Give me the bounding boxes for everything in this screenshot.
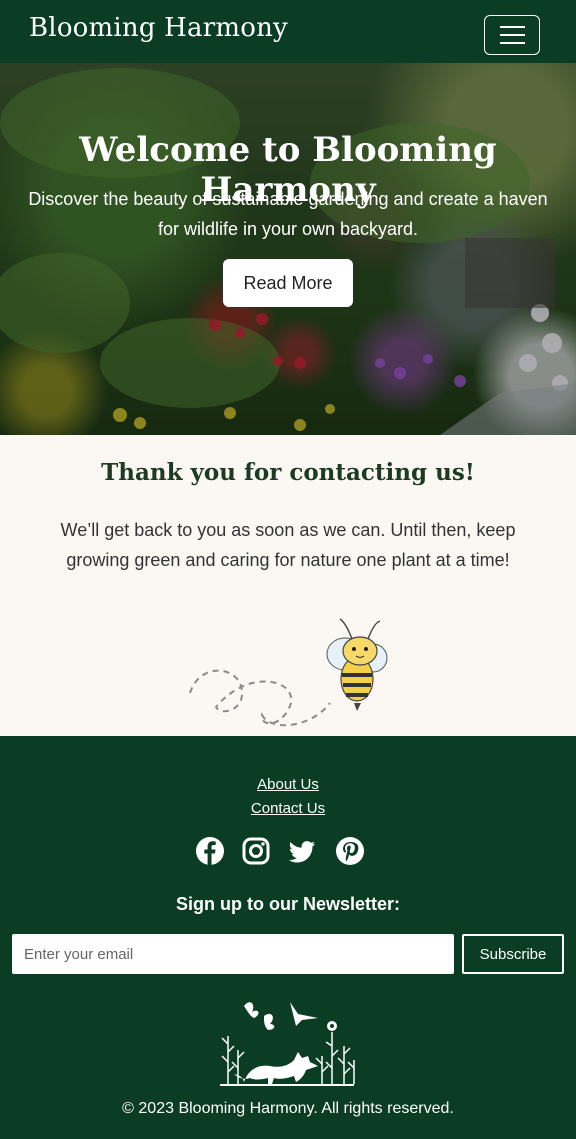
copyright-text: © 2023 Blooming Harmony. All rights rese… (122, 1100, 454, 1117)
email-input[interactable] (12, 934, 454, 974)
thank-you-section: Thank you for contacting us! We’ll get b… (0, 435, 576, 736)
hero-description: Discover the beauty of sustainable garde… (28, 189, 548, 239)
hamburger-menu-icon (500, 26, 525, 28)
pinterest-icon[interactable] (335, 836, 365, 866)
newsletter-title: Sign up to our Newsletter: (175, 894, 400, 914)
fox-wildlife-logo (220, 1002, 355, 1086)
contact-us-link[interactable]: Contact Us (0, 800, 576, 817)
footer: About Us Contact Us Sign up to our Newsl… (0, 736, 576, 1139)
brand-link[interactable]: Blooming Harmony (29, 13, 288, 43)
menu-toggle-button[interactable] (484, 15, 540, 55)
twitter-icon[interactable] (287, 836, 317, 866)
hero-section: Welcome to Blooming Harmony Discover the… (0, 63, 576, 435)
thank-you-title: Thank you for contacting us! (101, 459, 475, 486)
about-us-link[interactable]: About Us (0, 776, 576, 793)
thank-you-message: We’ll get back to you as soon as we can.… (60, 520, 516, 570)
bee-illustration (189, 618, 388, 727)
subscribe-button[interactable]: Subscribe (462, 934, 564, 974)
navbar: Blooming Harmony (0, 0, 576, 63)
read-more-button[interactable]: Read More (223, 259, 353, 307)
facebook-icon[interactable] (195, 836, 225, 866)
instagram-icon[interactable] (241, 836, 271, 866)
